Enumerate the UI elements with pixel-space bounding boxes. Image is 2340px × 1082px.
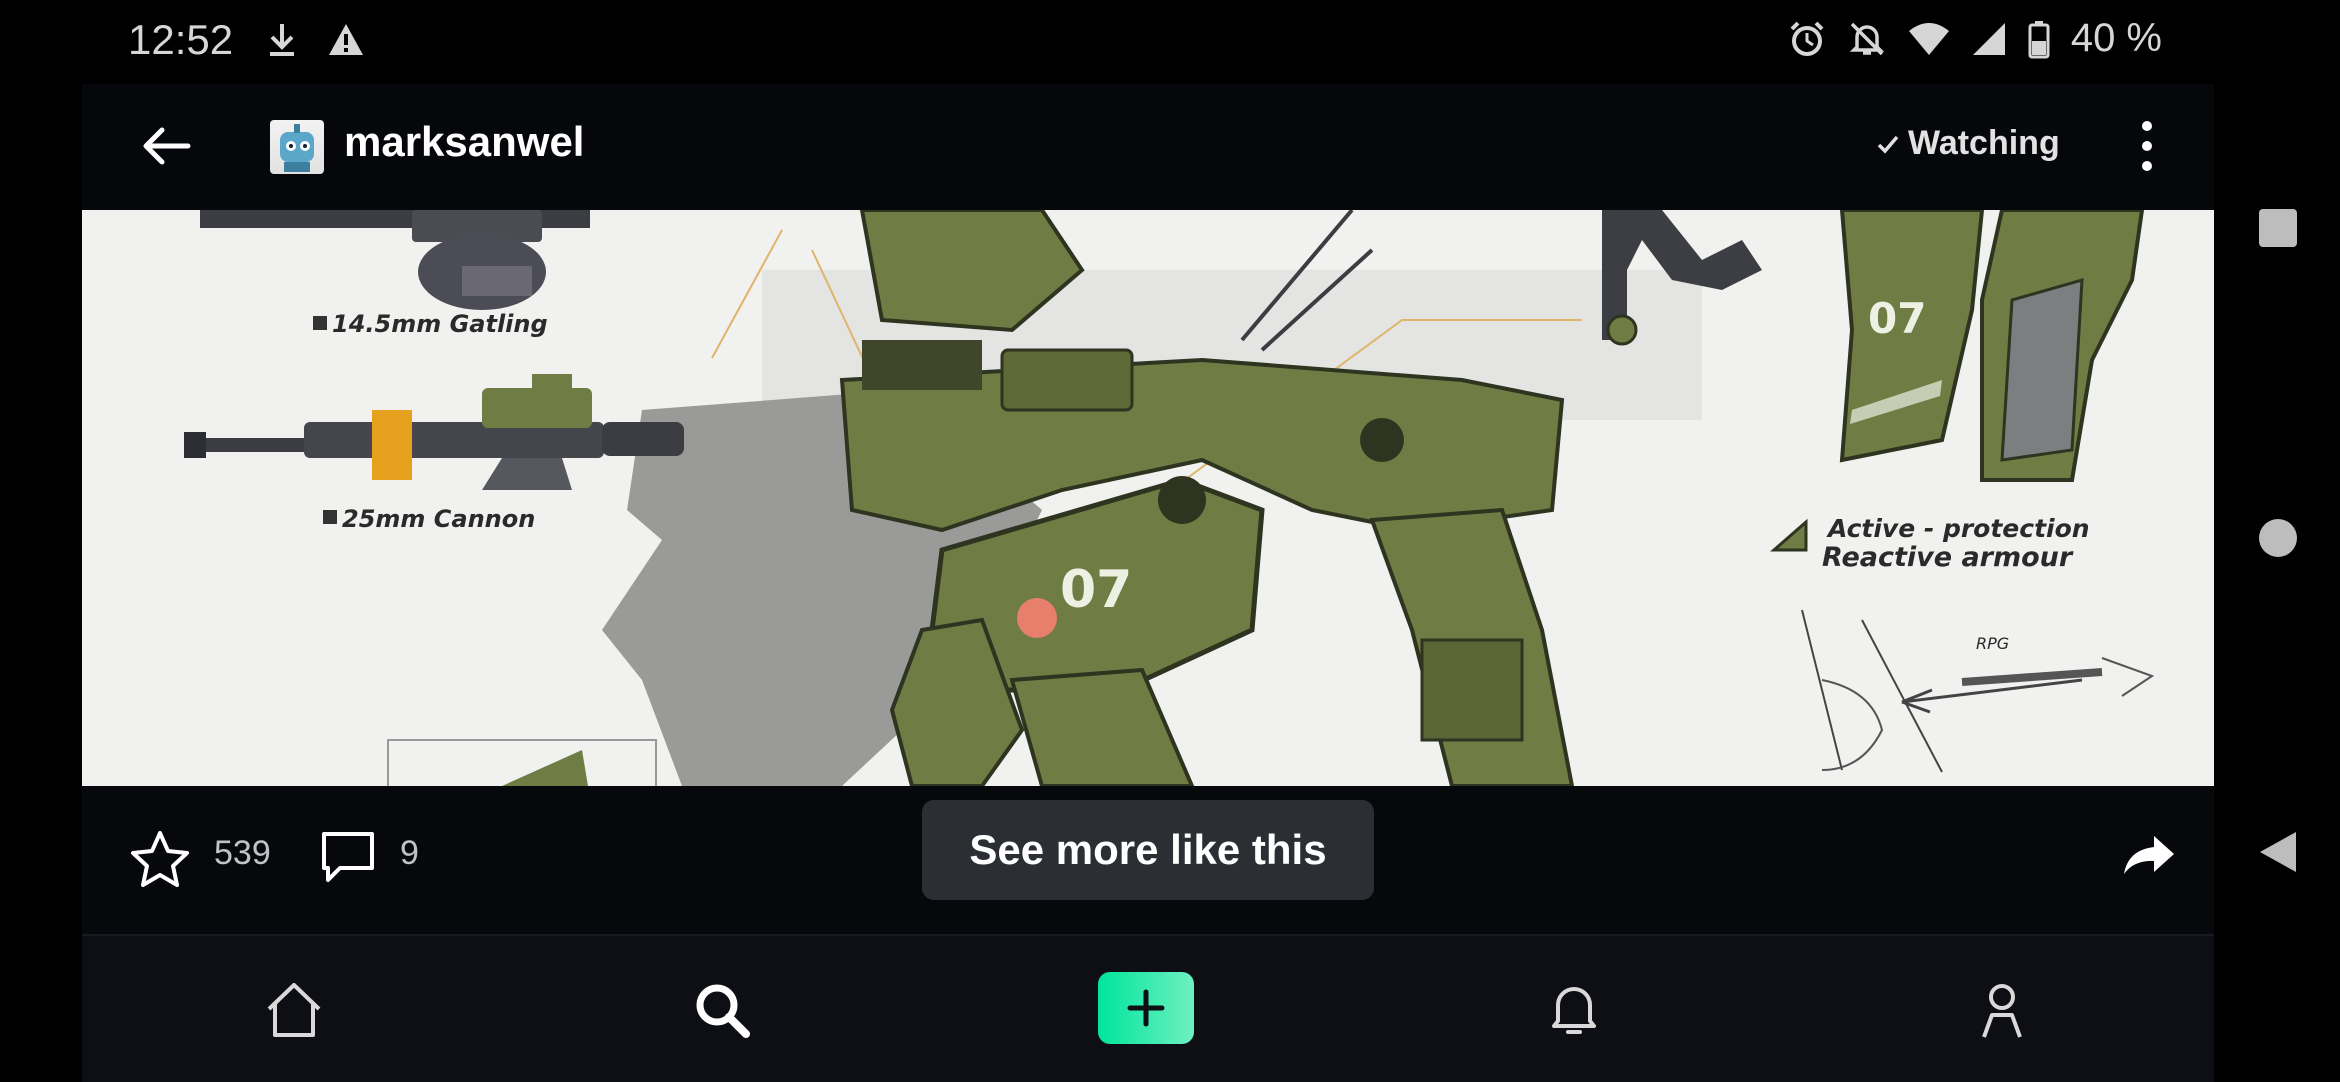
download-icon <box>270 24 294 56</box>
watching-button[interactable]: Watching <box>1876 124 2060 163</box>
home-icon <box>267 983 321 1037</box>
watching-label: Watching <box>1908 124 2060 162</box>
app-window: marksanwel Watching 14.5mm Gatling 25mm … <box>82 84 2214 1082</box>
notifications-icon <box>1552 987 1596 1034</box>
username[interactable]: marksanwel <box>344 118 584 166</box>
notifications-off-icon <box>1849 22 1885 55</box>
bottom-navigation <box>82 934 2214 1082</box>
system-navigation <box>2214 84 2340 1080</box>
status-bar: 12:52 40 % <box>0 0 2200 84</box>
system-back-icon[interactable] <box>2258 830 2298 874</box>
action-bar: 539 9 See more like this <box>82 786 2214 916</box>
back-arrow-icon[interactable] <box>138 118 194 174</box>
artwork-image[interactable]: 14.5mm Gatling 25mm Cannon Active - prot… <box>82 210 2214 786</box>
artwork-label-armour-2: Reactive armour <box>1822 542 2073 573</box>
wifi-icon <box>1908 22 1949 55</box>
artwork-unit-number: 07 <box>1060 560 1133 620</box>
plus-icon <box>1127 989 1165 1027</box>
profile-icon <box>1982 984 2022 1038</box>
cell-signal-icon <box>1972 22 2005 55</box>
recents-icon[interactable] <box>2258 208 2298 248</box>
battery-icon <box>2028 20 2050 58</box>
alarm-icon <box>1790 21 1824 56</box>
more-options-icon[interactable] <box>2132 118 2162 174</box>
artwork-label-cannon: 25mm Cannon <box>342 505 536 533</box>
star-icon[interactable] <box>128 828 192 892</box>
favourites-count: 539 <box>214 834 271 872</box>
artwork-label-gatling: 14.5mm Gatling <box>332 310 548 338</box>
nav-profile[interactable] <box>1962 970 2042 1050</box>
search-icon <box>696 984 750 1038</box>
nav-search[interactable] <box>682 970 762 1050</box>
top-bar: marksanwel Watching <box>82 84 2214 208</box>
share-icon[interactable] <box>2120 828 2176 884</box>
nav-home[interactable] <box>254 970 334 1050</box>
nav-notifications[interactable] <box>1534 970 1614 1050</box>
see-more-like-this-button[interactable]: See more like this <box>922 800 1374 900</box>
artwork-label-rpg: RPG <box>1976 634 2010 653</box>
warning-icon <box>329 24 363 55</box>
check-icon <box>1877 135 1899 154</box>
comment-icon[interactable] <box>318 828 378 888</box>
avatar[interactable] <box>270 120 324 174</box>
comments-count: 9 <box>400 834 419 872</box>
status-time: 12:52 <box>128 16 234 63</box>
artwork-unit-number-armour: 07 <box>1868 294 1927 343</box>
nav-create[interactable] <box>1098 972 1194 1044</box>
system-home-icon[interactable] <box>2258 518 2298 558</box>
battery-percent: 40 % <box>2070 16 2162 60</box>
artwork-label-armour-1: Active - protection <box>1828 514 2090 543</box>
